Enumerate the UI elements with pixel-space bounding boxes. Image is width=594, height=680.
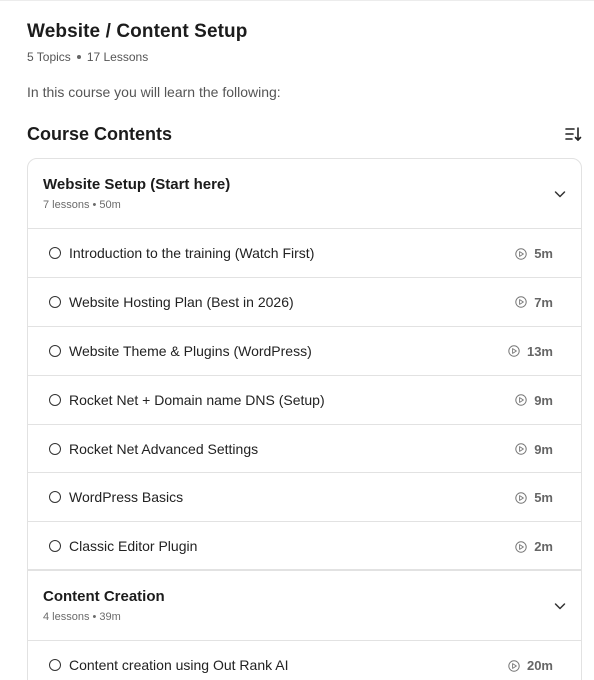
lesson-duration-text: 7m [534,294,553,310]
lesson-item[interactable]: Rocket Net Advanced Settings 9m [28,425,581,474]
sort-button[interactable] [563,124,583,144]
lesson-status-icon[interactable] [49,295,61,308]
lesson-item[interactable]: Website Hosting Plan (Best in 2026) 7m [28,278,581,327]
play-circle-icon [515,492,527,504]
lesson-status-icon[interactable] [49,442,61,455]
course-outline: Website Setup (Start here) 7 lessons • 5… [27,158,582,680]
topics-count: 5 Topics [27,50,71,64]
lesson-status-icon[interactable] [49,393,61,406]
lesson-duration: 2m [515,539,553,554]
lesson-duration: 9m [515,393,553,408]
lesson-title[interactable]: WordPress Basics [69,489,183,505]
lessons-count: 17 Lessons [86,50,149,64]
top-divider [0,0,594,1]
lesson-title[interactable]: Introduction to the training (Watch Firs… [69,245,314,261]
lesson-duration-text: 20m [526,658,553,674]
lesson-duration: 5m [515,246,553,261]
lesson-duration-text: 5m [534,246,553,261]
play-circle-icon [508,660,520,672]
course-meta: 5 Topics 17 Lessons [27,50,148,64]
lesson-status-icon[interactable] [49,659,61,672]
sort-icon [565,127,582,141]
lesson-duration-text: 9m [534,441,553,457]
lesson-item[interactable]: Content creation using Out Rank AI 20m [28,641,581,680]
lesson-duration: 20m [508,658,553,673]
lesson-item[interactable]: Website Theme & Plugins (WordPress) 13m [28,327,581,376]
lesson-title[interactable]: Website Theme & Plugins (WordPress) [69,343,312,359]
section-title: Website Setup (Start here) [43,176,231,193]
lesson-duration-text: 9m [534,392,553,408]
lesson-status-icon[interactable] [49,540,61,553]
lesson-duration: 13m [508,344,553,359]
play-circle-icon [515,541,527,553]
play-circle-icon [515,247,527,260]
lesson-item[interactable]: Rocket Net + Domain name DNS (Setup) 9m [28,376,581,425]
play-circle-icon [515,443,527,455]
lesson-duration: 5m [515,490,553,505]
lesson-status-icon[interactable] [49,247,61,259]
course-title: Website / Content Setup [27,21,248,42]
chevron-down-icon[interactable] [553,599,567,613]
section-header-website-setup[interactable]: Website Setup (Start here) 7 lessons • 5… [28,159,581,229]
lesson-item[interactable]: Classic Editor Plugin 2m [28,522,581,572]
play-circle-icon [508,345,520,357]
lesson-duration: 9m [515,442,553,457]
lesson-title[interactable]: Website Hosting Plan (Best in 2026) [69,294,294,310]
play-circle-icon [515,296,527,309]
lesson-title[interactable]: Rocket Net + Domain name DNS (Setup) [69,392,325,408]
lesson-item[interactable]: Introduction to the training (Watch Firs… [28,229,581,278]
lesson-status-icon[interactable] [49,344,61,357]
lesson-duration: 7m [515,295,553,310]
lesson-status-icon[interactable] [49,491,61,504]
lesson-title[interactable]: Classic Editor Plugin [69,538,197,554]
lesson-duration-text: 13m [526,343,553,359]
lesson-duration-text: 5m [534,490,553,506]
lesson-title[interactable]: Rocket Net Advanced Settings [69,441,258,457]
section-meta: 4 lessons • 39m [43,611,121,624]
lesson-duration-text: 2m [534,539,553,555]
section-header-content-creation[interactable]: Content Creation 4 lessons • 39m [28,571,581,642]
chevron-down-icon[interactable] [553,187,567,201]
lesson-title[interactable]: Content creation using Out Rank AI [69,657,288,673]
lesson-item[interactable]: WordPress Basics 5m [28,473,581,523]
course-contents-heading: Course Contents [27,124,173,144]
section-meta: 7 lessons • 50m [43,199,121,211]
course-intro: In this course you will learn the follow… [27,84,281,100]
section-title: Content Creation [43,588,165,606]
play-circle-icon [515,394,527,406]
meta-separator [76,55,81,59]
